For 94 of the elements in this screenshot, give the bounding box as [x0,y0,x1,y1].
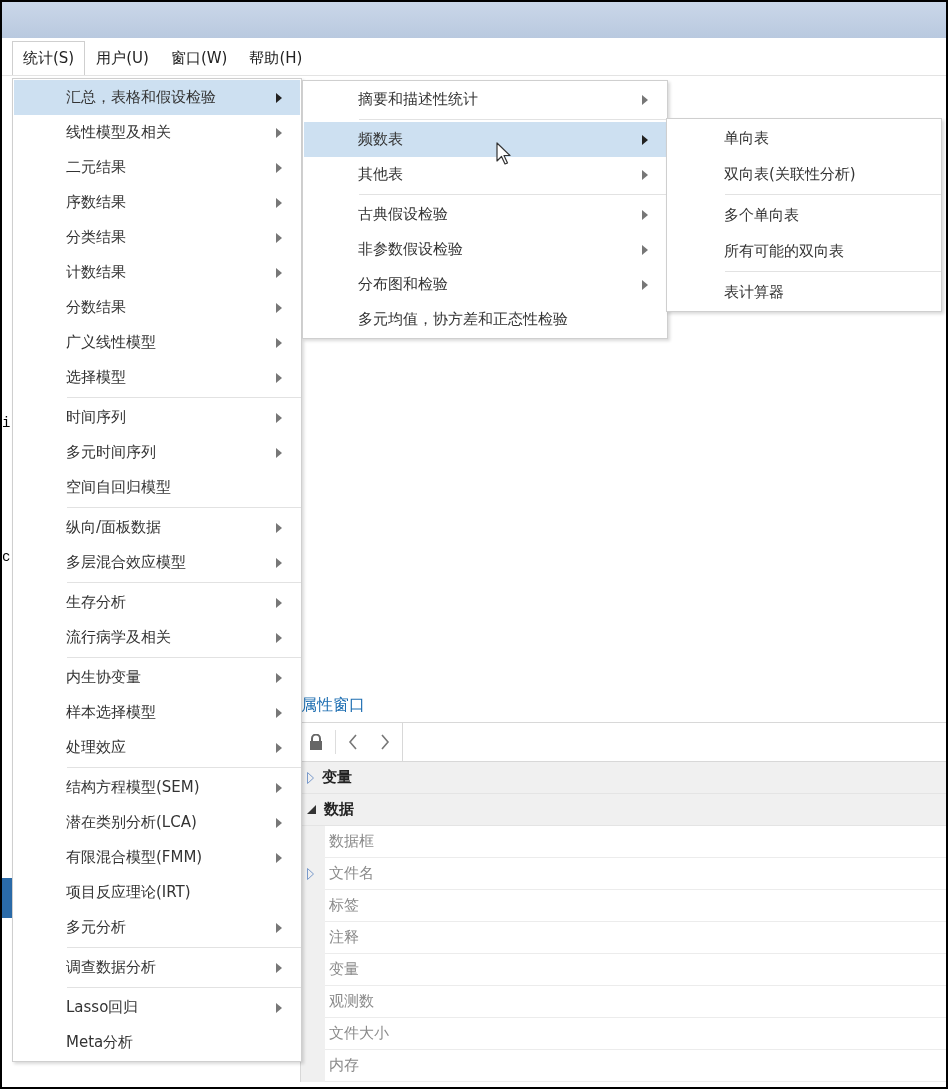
submenu-arrow-icon [276,782,282,793]
menu-item[interactable]: 潜在类别分析(LCA) [14,805,300,840]
submenu-arrow-icon [642,244,648,255]
menu-item[interactable]: 处理效应 [14,730,300,765]
menu-item[interactable]: 结构方程模型(SEM) [14,770,300,805]
menu-item[interactable]: 非参数假设检验 [304,232,666,267]
property-row[interactable]: 变量 [325,954,946,986]
menu-item[interactable]: 内生协变量 [14,660,300,695]
background-text-fragment: i [2,414,12,432]
submenu-arrow-icon [276,92,282,103]
submenu-arrow-icon [276,267,282,278]
submenu-arrow-icon [276,962,282,973]
menu-item[interactable]: 所有可能的双向表 [668,233,940,269]
submenu-arrow-icon [276,232,282,243]
panel-title: 属性窗口 [301,694,366,716]
menu-item[interactable]: 线性模型及相关 [14,115,300,150]
submenu-arrow-icon [276,372,282,383]
submenu-arrow-icon [642,209,648,220]
menu-item[interactable]: 选择模型 [14,360,300,395]
menu-item[interactable]: 分类结果 [14,220,300,255]
menu-item[interactable]: 调查数据分析 [14,950,300,985]
menu-item[interactable]: 双向表(关联性分析) [668,156,940,192]
submenu-arrow-icon [276,597,282,608]
menu-item[interactable]: 表计算器 [668,274,940,310]
submenu-arrow-icon [276,162,282,173]
forward-icon[interactable] [380,734,390,750]
submenu-arrow-icon [276,707,282,718]
menu-item[interactable]: 二元结果 [14,150,300,185]
submenu-arrow-icon [276,127,282,138]
property-category[interactable]: 变量 [301,762,946,794]
property-row[interactable]: 标签 [325,890,946,922]
menu-item[interactable]: 有限混合模型(FMM) [14,840,300,875]
lock-icon[interactable] [309,734,323,750]
menu-item[interactable]: 计数结果 [14,255,300,290]
submenu-arrow-icon [642,169,648,180]
menu-item[interactable]: 古典假设检验 [304,197,666,232]
menu-item[interactable]: 空间自回归模型 [14,470,300,505]
property-row[interactable]: 内存 [325,1050,946,1082]
menu-item[interactable]: 序数结果 [14,185,300,220]
submenu-arrow-icon [276,632,282,643]
menu-bar-item[interactable]: 窗口(W) [159,41,239,75]
submenu-arrow-icon [276,412,282,423]
back-icon[interactable] [348,734,358,750]
menu-item[interactable]: 摘要和描述性统计 [304,82,666,117]
menu-item[interactable]: 其他表 [304,157,666,192]
submenu-arrow-icon [642,279,648,290]
property-row[interactable]: 文件名 [325,858,946,890]
background-text-fragment: c [2,548,12,566]
menu-item[interactable]: Lasso回归 [14,990,300,1025]
menu-bar-item[interactable]: 用户(U) [85,41,160,75]
menu-item[interactable]: 广义线性模型 [14,325,300,360]
background-panel-edge [2,878,12,918]
expanded-triangle-icon[interactable] [307,805,316,814]
property-row[interactable]: 注释 [325,922,946,954]
collapsed-triangle-icon[interactable] [307,771,314,784]
menu-item[interactable]: 样本选择模型 [14,695,300,730]
property-row[interactable]: 观测数 [325,986,946,1018]
collapsed-triangle-icon[interactable] [307,868,314,880]
menu-item[interactable]: 分数结果 [14,290,300,325]
submenu-arrow-icon [276,922,282,933]
menu-item[interactable]: 多个单向表 [668,197,940,233]
submenu-arrow-icon [276,302,282,313]
submenu-arrow-icon [642,134,648,145]
submenu-arrow-icon [276,337,282,348]
menu-item[interactable]: Meta分析 [14,1025,300,1060]
menu-item[interactable]: 多元分析 [14,910,300,945]
menu-item[interactable]: 多元均值，协方差和正态性检验 [304,302,666,337]
menu-item[interactable]: 单向表 [668,120,940,156]
submenu-arrow-icon [276,672,282,683]
mouse-pointer-icon [496,142,512,166]
menu-item[interactable]: 时间序列 [14,400,300,435]
submenu-arrow-icon [276,817,282,828]
property-category[interactable]: 数据 [301,794,946,826]
menu-item[interactable]: 多元时间序列 [14,435,300,470]
submenu-arrow-icon [276,522,282,533]
menu-item[interactable]: 生存分析 [14,585,300,620]
menu-item[interactable]: 多层混合效应模型 [14,545,300,580]
submenu-arrow-icon [276,852,282,863]
property-row[interactable]: 文件大小 [325,1018,946,1050]
menu-bar-item[interactable]: 帮助(H) [238,41,314,75]
menu-item[interactable]: 汇总，表格和假设检验 [14,80,300,115]
menu-item[interactable]: 频数表 [304,122,666,157]
menu-item[interactable]: 分布图和检验 [304,267,666,302]
submenu-arrow-icon [276,197,282,208]
submenu-arrow-icon [276,447,282,458]
menu-bar-item[interactable]: 统计(S) [12,41,86,75]
menu-item[interactable]: 流行病学及相关 [14,620,300,655]
property-row[interactable]: 数据框 [325,826,946,858]
submenu-arrow-icon [276,742,282,753]
menu-item[interactable]: 纵向/面板数据 [14,510,300,545]
submenu-arrow-icon [276,1002,282,1013]
submenu-arrow-icon [276,557,282,568]
menu-item[interactable]: 项目反应理论(IRT) [14,875,300,910]
submenu-arrow-icon [642,94,648,105]
